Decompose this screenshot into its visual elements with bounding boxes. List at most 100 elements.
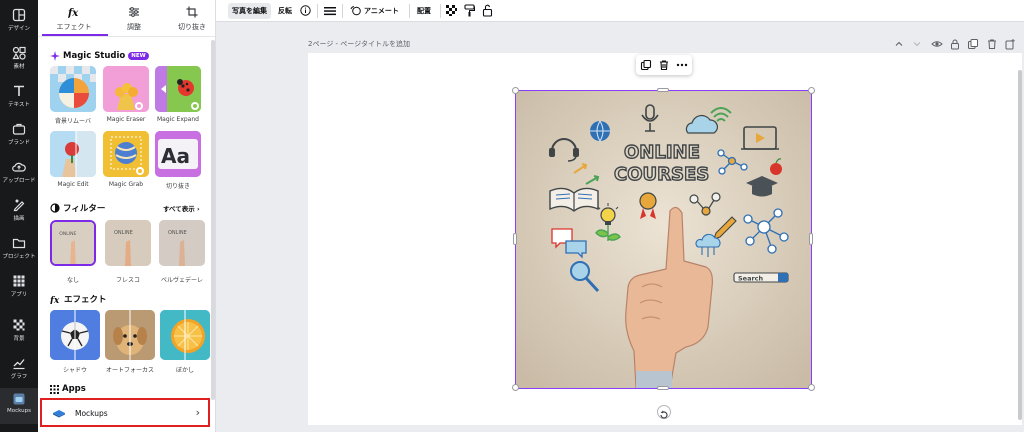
elements-icon [12, 46, 26, 60]
resize-handle-top[interactable] [657, 88, 669, 92]
rail-label: 背景 [13, 336, 25, 342]
trash-icon[interactable] [658, 59, 670, 71]
edit-photo-button[interactable]: 写真を編集 [228, 3, 271, 19]
canvas-scrollbar[interactable] [1018, 70, 1022, 420]
resize-handle-bottom-right[interactable] [808, 384, 815, 391]
thumb-label: Magic Eraser [106, 116, 146, 123]
rail-item-apps[interactable]: アプリ [0, 270, 38, 306]
magic-edit-thumb[interactable] [50, 131, 96, 177]
magic-grab-thumb[interactable] [103, 131, 149, 177]
position-button[interactable]: 配置 [413, 3, 435, 19]
svg-text:ONLINE: ONLINE [114, 230, 133, 236]
unlock-icon[interactable] [482, 4, 493, 17]
tab-adjust[interactable]: 調整 [106, 0, 162, 37]
rail-item-design[interactable]: デザイン [0, 4, 38, 40]
rail-label: Mockups [7, 408, 31, 414]
ball-grab-image [103, 131, 149, 177]
effect-shadow-thumb[interactable] [50, 310, 100, 360]
mockups-label: Mockups [75, 409, 108, 418]
rail-item-chart[interactable]: グラフ [0, 352, 38, 388]
mockups-icon [13, 393, 25, 405]
layout-icon [12, 8, 26, 22]
apps-grid-icon [50, 384, 59, 394]
resize-handle-right[interactable] [809, 233, 813, 245]
more-icon[interactable] [676, 59, 688, 71]
rail-label: アップロード [2, 178, 36, 184]
rail-item-elements[interactable]: 素材 [0, 42, 38, 78]
duplicate-page-icon[interactable] [967, 38, 979, 50]
resize-handle-bottom-left[interactable] [512, 384, 519, 391]
filter-icon [50, 203, 60, 213]
tab-effects[interactable]: fx エフェクト [46, 0, 102, 37]
thumb-label: ベルヴェデーレ [160, 277, 203, 284]
rail-item-draw[interactable]: 描画 [0, 194, 38, 230]
context-toolbar: 写真を編集 反転 アニメート 配置 [216, 0, 1024, 22]
border-style-icon[interactable] [324, 6, 336, 16]
page-title[interactable]: 2ページ - ページタイトルを追加 [308, 39, 410, 49]
rail-item-projects[interactable]: プロジェクト [0, 232, 38, 268]
rail-item-brand[interactable]: ブランド [0, 118, 38, 154]
resize-handle-left[interactable] [513, 233, 517, 245]
magic-expand-thumb[interactable] [155, 66, 201, 112]
info-icon[interactable] [300, 5, 311, 16]
fx-icon: fx [68, 8, 79, 18]
section-title: Apps [62, 384, 86, 394]
eye-icon[interactable] [931, 38, 943, 50]
folder-icon [12, 238, 26, 249]
rail-item-text[interactable]: テキスト [0, 80, 38, 116]
svg-text:Aa: Aa [161, 144, 190, 168]
rail-label: プロジェクト [2, 254, 36, 260]
panel-scrollbar[interactable] [211, 40, 215, 400]
chevron-up-icon[interactable] [893, 38, 905, 50]
effect-autofocus-thumb[interactable] [105, 310, 155, 360]
chevron-down-icon[interactable] [911, 38, 923, 50]
selection-frame [515, 90, 812, 389]
see-all-filters-link[interactable]: すべて表示 › [163, 203, 200, 213]
active-tab-indicator [42, 34, 108, 36]
copy-icon[interactable] [640, 59, 652, 71]
section-title: フィルター [63, 204, 106, 214]
thumb-label: オートフォーカス [105, 367, 154, 374]
effects-panel: fx エフェクト 調整 切り抜き Magic Studio NEW 背景リムーバ… [38, 0, 216, 432]
animate-button[interactable]: アニメート [360, 3, 403, 19]
rail-item-mockups[interactable]: Mockups [0, 388, 38, 424]
background-icon [13, 319, 25, 331]
filter-none-thumb[interactable]: ONLINE [50, 220, 96, 266]
resize-handle-top-left[interactable] [512, 87, 519, 94]
filter-fresco-thumb[interactable]: ONLINE [105, 220, 151, 266]
sparkle-icon [50, 51, 60, 61]
svg-text:fx: fx [50, 296, 60, 304]
crop-icon [186, 6, 198, 18]
cutout-thumb[interactable]: Aa [155, 131, 201, 177]
tab-crop[interactable]: 切り抜き [164, 0, 215, 37]
resize-handle-top-right[interactable] [808, 87, 815, 94]
rail-item-upload[interactable]: アップロード [0, 156, 38, 192]
magic-bg-remover-thumb[interactable] [50, 66, 96, 112]
filter-preview-image: ONLINE [159, 220, 205, 266]
magic-eraser-thumb[interactable] [103, 66, 149, 112]
rail-label: グラフ [10, 374, 28, 380]
panel-tabs: fx エフェクト 調整 切り抜き [38, 0, 215, 37]
mockups-icon [53, 410, 65, 418]
beach-ball-image [50, 66, 96, 108]
thumb-label: Magic Expand [157, 116, 199, 123]
fx-icon: fx [50, 296, 60, 304]
rail-label: デザイン [7, 26, 30, 32]
tab-label: 切り抜き [178, 23, 206, 31]
add-page-icon[interactable] [1004, 38, 1016, 50]
delete-page-icon[interactable] [986, 38, 998, 50]
new-badge: NEW [128, 52, 149, 60]
rail-item-background[interactable]: 背景 [0, 314, 38, 350]
paint-roller-icon[interactable] [464, 4, 475, 17]
lock-icon[interactable] [949, 38, 961, 50]
chart-icon [13, 359, 25, 370]
mockups-app-button[interactable]: Mockups › [40, 398, 210, 427]
soccer-ball-image [50, 310, 100, 360]
resize-handle-bottom[interactable] [657, 386, 669, 390]
transparency-icon[interactable] [446, 5, 457, 16]
effect-blur-thumb[interactable] [160, 310, 210, 360]
filter-belvedere-thumb[interactable]: ONLINE [159, 220, 205, 266]
effects-heading: fx エフェクト [50, 293, 107, 305]
rotate-handle[interactable] [657, 405, 671, 419]
flip-button[interactable]: 反転 [274, 3, 296, 19]
